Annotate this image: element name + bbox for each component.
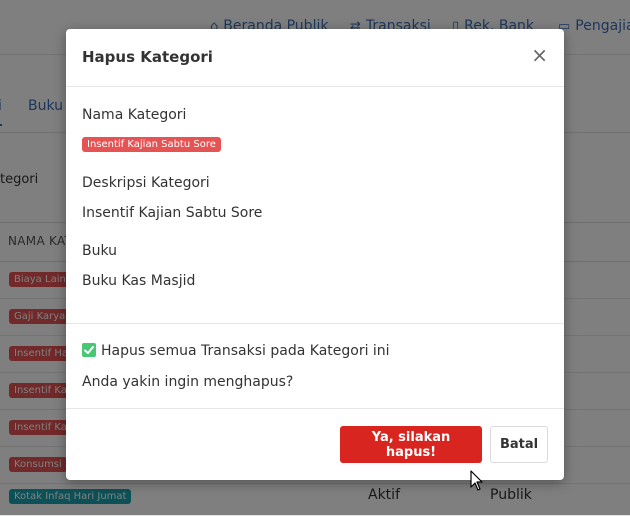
mouse-cursor-icon bbox=[470, 470, 483, 491]
book-label: Buku bbox=[82, 243, 118, 259]
divider bbox=[66, 323, 564, 324]
close-icon[interactable]: × bbox=[531, 45, 548, 65]
category-name-badge: Insentif Kajian Sabtu Sore bbox=[82, 137, 221, 152]
book-value: Buku Kas Masjid bbox=[82, 273, 196, 289]
confirm-question: Anda yakin ingin menghapus? bbox=[82, 374, 294, 390]
category-description-value: Insentif Kajian Sabtu Sore bbox=[82, 205, 263, 221]
delete-category-modal: Hapus Kategori × Nama Kategori Insentif … bbox=[66, 29, 564, 480]
checkmark-icon bbox=[84, 346, 94, 354]
delete-transactions-checkbox-row[interactable]: Hapus semua Transaksi pada Kategori ini bbox=[82, 343, 390, 359]
modal-header: Hapus Kategori × bbox=[66, 29, 564, 87]
category-name-label: Nama Kategori bbox=[82, 107, 187, 123]
delete-transactions-label: Hapus semua Transaksi pada Kategori ini bbox=[101, 343, 390, 359]
category-description-label: Deskripsi Kategori bbox=[82, 175, 210, 191]
cancel-button[interactable]: Batal bbox=[490, 426, 548, 463]
footer-divider bbox=[66, 408, 564, 409]
confirm-delete-button[interactable]: Ya, silakan hapus! bbox=[340, 426, 482, 463]
modal-title: Hapus Kategori bbox=[82, 48, 213, 66]
delete-transactions-checkbox[interactable] bbox=[82, 343, 96, 357]
